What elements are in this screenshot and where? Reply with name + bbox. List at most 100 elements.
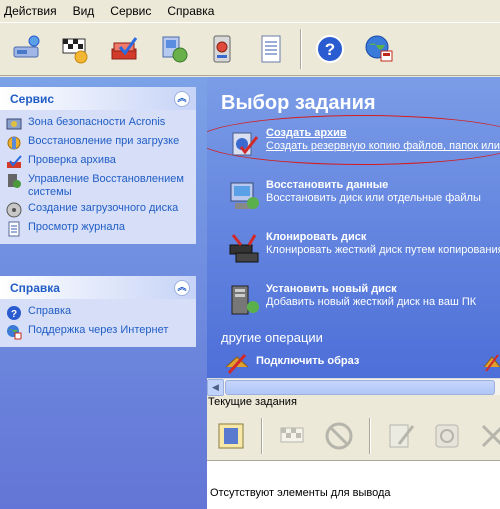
task-install-new-disk[interactable]: Установить новый диск Добавить новый жес… [227, 283, 476, 317]
service-item-label: Восстановление при загрузке [28, 135, 180, 147]
menu-bar: Действия Вид Сервис Справка [0, 0, 500, 22]
help-item-help[interactable]: ? Справка [6, 305, 196, 321]
race-flag-icon [62, 38, 88, 64]
race-flag-button[interactable] [53, 27, 97, 71]
empty-list-message: Отсутствуют элементы для вывода [210, 487, 391, 499]
edit-task-button[interactable] [385, 418, 417, 454]
collapse-chevron-icon[interactable]: ︽ [174, 90, 190, 107]
task-description: Восстановить диск или отдельные файлы [266, 192, 481, 204]
close-icon [481, 424, 500, 447]
service-panel: Сервис ︽ Зона безопасности Acronis Восст… [0, 87, 196, 244]
help-item-label: Поддержка через Интернет [28, 324, 169, 336]
check-archive-icon [111, 37, 138, 60]
log-button[interactable] [249, 27, 293, 71]
svg-text:?: ? [325, 40, 335, 59]
backup-wizard-icon [13, 35, 40, 58]
scroll-left-arrow-icon[interactable]: ◀ [207, 379, 224, 396]
service-item-label: Просмотр журнала [28, 221, 125, 233]
task-properties-button[interactable] [215, 418, 247, 454]
task-properties-icon [218, 423, 244, 448]
help-panel-title: Справка [10, 280, 60, 295]
other-operations-label: другие операции [221, 330, 323, 345]
stop-task-button[interactable] [323, 418, 355, 454]
current-tasks-toolbar [207, 411, 500, 461]
menu-actions[interactable]: Действия [4, 4, 57, 18]
service-panel-title: Сервис [10, 91, 55, 106]
help-icon: ? [316, 35, 344, 63]
race-flag-icon [280, 427, 304, 442]
task-log-button[interactable] [431, 418, 463, 454]
service-item-label: Зона безопасности Acronis [28, 116, 166, 128]
task-description: Добавить новый жесткий диск на ваш ПК [266, 296, 477, 308]
backup-wizard-button[interactable] [4, 27, 48, 71]
task-mount-image[interactable]: Подключить образ [223, 349, 359, 377]
help-item-label: Справка [28, 305, 72, 317]
internet-support-button[interactable] [357, 27, 401, 71]
task-title: Восстановить данные [266, 179, 389, 191]
task-clone-disk[interactable]: Клонировать диск Клонировать жесткий дис… [227, 231, 500, 265]
disk-icon [213, 35, 231, 63]
toolbar-separator [369, 417, 371, 454]
help-panel: Справка ︽ ? Справка Поддержка через Инте… [0, 276, 196, 347]
disk-log-icon [435, 424, 459, 447]
service-item-label: Управление Восстановлением системы [28, 173, 184, 198]
service-panel-header[interactable]: Сервис ︽ [0, 87, 196, 110]
menu-view[interactable]: Вид [73, 4, 95, 18]
service-item-startup-recovery[interactable]: Восстановление при загрузке [6, 135, 196, 151]
internet-support-icon [365, 35, 393, 62]
edit-icon [389, 424, 415, 447]
run-task-button[interactable] [277, 418, 309, 454]
log-icon [261, 35, 281, 63]
restore-data-icon [230, 182, 259, 209]
service-item-bootable-disk[interactable]: Создание загрузочного диска [6, 202, 196, 218]
menu-help[interactable]: Справка [167, 4, 214, 18]
task-description: Создать резервную копию файлов, папок ил… [266, 140, 500, 152]
menu-tools[interactable]: Сервис [110, 4, 151, 18]
security-zone-icon [6, 118, 22, 130]
toolbar-separator [261, 417, 263, 454]
service-panel-body: Зона безопасности Acronis Восстановление… [0, 110, 196, 244]
task-description: Клонировать жесткий диск путем копирован… [266, 244, 500, 256]
service-item-view-log[interactable]: Просмотр журнала [6, 221, 196, 237]
help-panel-header[interactable]: Справка ︽ [0, 276, 196, 299]
system-restore-icon [8, 174, 21, 188]
bootable-disk-icon [6, 202, 22, 218]
mount-image-icon [225, 354, 249, 374]
left-task-pane: Сервис ︽ Зона безопасности Acronis Восст… [0, 77, 207, 509]
create-archive-icon [232, 132, 259, 156]
delete-task-button[interactable] [477, 418, 500, 454]
svg-text:?: ? [11, 309, 17, 320]
help-item-internet-support[interactable]: Поддержка через Интернет [6, 324, 196, 340]
main-toolbar: ? [0, 22, 500, 76]
restore-button[interactable] [151, 27, 195, 71]
service-item-label: Проверка архива [28, 154, 116, 166]
check-archive-icon [7, 155, 22, 168]
partial-task-icon[interactable] [482, 347, 500, 373]
page-title: Выбор задания [221, 92, 376, 114]
startup-recovery-icon [7, 136, 21, 150]
task-title: Создать архив [266, 127, 347, 139]
service-item-check-archive[interactable]: Проверка архива [6, 154, 196, 170]
task-create-archive[interactable]: Создать архив Создать резервную копию фа… [227, 127, 500, 161]
task-restore-data[interactable]: Восстановить данные Восстановить диск ил… [227, 179, 481, 213]
install-disk-icon [231, 285, 259, 315]
toolbar-separator [300, 29, 302, 69]
horizontal-scrollbar[interactable]: ◀ [207, 378, 500, 396]
scroll-thumb[interactable] [225, 380, 495, 395]
disk-tool-button[interactable] [200, 27, 244, 71]
service-item-system-restore[interactable]: Управление Восстановлением системы [6, 173, 196, 199]
stop-icon [325, 422, 353, 449]
task-title: Установить новый диск [266, 283, 397, 295]
task-title: Клонировать диск [266, 231, 367, 243]
check-archive-button[interactable] [102, 27, 146, 71]
collapse-chevron-icon[interactable]: ︽ [174, 279, 190, 296]
internet-support-icon [7, 325, 22, 340]
help-panel-body: ? Справка Поддержка через Интернет [0, 299, 196, 347]
clone-disk-icon [229, 234, 259, 263]
current-tasks-panel: Текущие задания Отсутствуют элементы для… [207, 396, 500, 509]
task-title: Подключить образ [256, 355, 360, 367]
log-view-icon [8, 221, 20, 237]
service-item-security-zone[interactable]: Зона безопасности Acronis [6, 116, 196, 132]
current-tasks-label: Текущие задания [207, 396, 500, 411]
help-button[interactable]: ? [308, 27, 352, 71]
